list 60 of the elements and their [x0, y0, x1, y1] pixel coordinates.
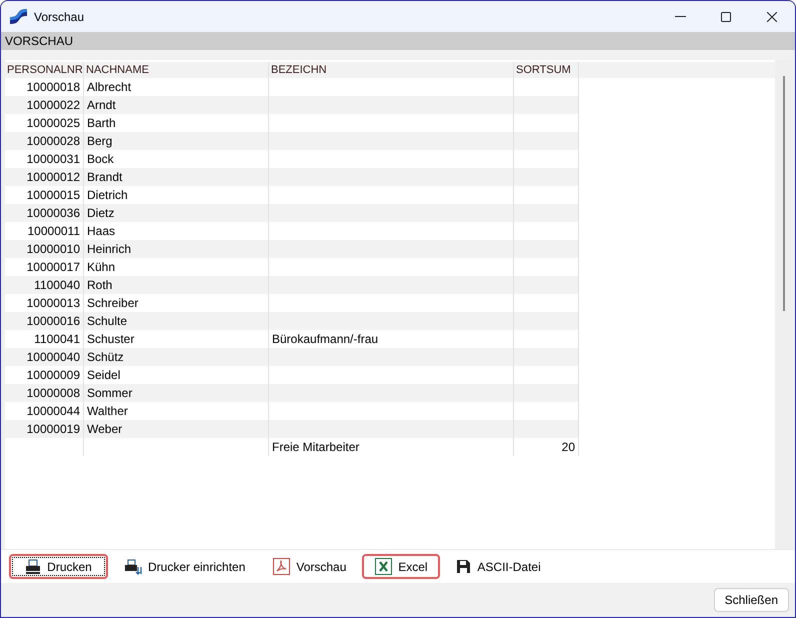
table-cell: Schulte: [87, 314, 128, 328]
table-cell: Schütz: [87, 350, 124, 364]
table-cell: Berg: [87, 134, 112, 148]
table-cell: Dietrich: [87, 188, 128, 202]
table-cell: Haas: [87, 224, 116, 238]
table-cell: Dietz: [87, 206, 114, 220]
table-cell: 10000015: [26, 188, 80, 202]
minimize-icon: [674, 16, 686, 17]
table-cell: 10000040: [26, 350, 80, 364]
close-dialog-button[interactable]: Schließen: [714, 588, 789, 612]
close-icon: [767, 12, 777, 22]
table-cell: Seidel: [87, 368, 120, 382]
printer-icon: [25, 558, 42, 574]
table-cell: Albrecht: [87, 80, 132, 94]
toolbar-button[interactable]: Drucken: [9, 554, 108, 579]
printer-settings-icon: [124, 558, 142, 574]
table-cell: Freie Mitarbeiter: [272, 440, 360, 454]
table-cell: Barth: [87, 116, 116, 130]
table-cell: Bock: [87, 152, 114, 166]
table-cell: 10000031: [26, 152, 80, 166]
maximize-icon: [721, 12, 731, 22]
table-cell: Heinrich: [87, 242, 132, 256]
table-cell: 10000017: [26, 260, 80, 274]
table-cell: 1100040: [34, 278, 80, 292]
window-title: Vorschau: [34, 8, 84, 26]
table-cell: 10000025: [26, 116, 80, 130]
app-logo-icon: [10, 9, 27, 24]
table-cell: Schreiber: [87, 296, 138, 310]
table-cell: 10000010: [26, 242, 80, 256]
pdf-icon: [273, 558, 290, 575]
table-cell: Brandt: [87, 170, 122, 184]
table-cell: Schuster: [87, 332, 134, 346]
table-cell: 10000008: [26, 386, 80, 400]
table-cell: 20: [562, 440, 575, 454]
table-cell: Sommer: [87, 386, 132, 400]
toolbar-button[interactable]: ASCII-Datei: [444, 554, 553, 579]
table-cell: Walther: [87, 404, 128, 418]
table-cell: Arndt: [87, 98, 116, 112]
table-cell: 10000019: [26, 422, 80, 436]
toolbar-button[interactable]: Drucker einrichten: [112, 554, 258, 579]
table-cell: 10000016: [26, 314, 80, 328]
table-cell: 10000044: [26, 404, 80, 418]
table-cell: Roth: [87, 278, 112, 292]
table-cell: 1100041: [34, 332, 80, 346]
table-cell: 10000028: [26, 134, 80, 148]
table-cell: Weber: [87, 422, 122, 436]
save-icon: [456, 559, 472, 574]
toolbar-button[interactable]: Vorschau: [261, 554, 358, 579]
table-cell: 10000036: [26, 206, 80, 220]
table-cell: 10000013: [26, 296, 80, 310]
table-cell: 10000012: [26, 170, 80, 184]
table-cell: Bürokaufmann/-frau: [272, 332, 378, 346]
table-cell: 10000018: [26, 80, 80, 94]
spreadsheet-icon: [375, 558, 392, 575]
table-cell: 10000009: [26, 368, 80, 382]
toolbar-button[interactable]: Excel: [362, 554, 440, 579]
table-cell: 10000011: [28, 224, 80, 238]
table-cell: Kühn: [87, 260, 116, 274]
section-header: VORSCHAU: [1, 32, 795, 50]
table-cell: 10000022: [26, 98, 80, 112]
